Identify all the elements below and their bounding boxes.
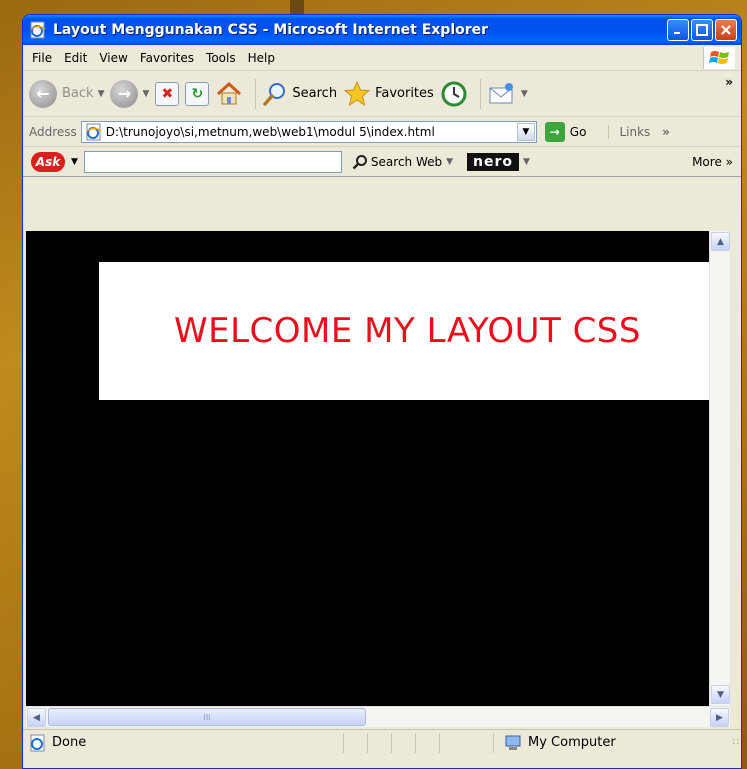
address-value: D:\trunojoyo\si,metnum,web\web1\modul 5\… — [105, 124, 435, 139]
search-web-label: Search Web — [370, 154, 443, 169]
favorites-star-icon — [343, 80, 371, 106]
forward-button[interactable]: → ▼ — [110, 79, 149, 108]
maximize-icon — [696, 24, 708, 36]
zone-text: My Computer — [528, 735, 616, 750]
history-button[interactable] — [440, 80, 468, 108]
menu-bar: File Edit View Favorites Tools Help — [23, 45, 741, 71]
ask-search-input[interactable] — [83, 150, 342, 173]
back-label: Back — [62, 86, 94, 101]
home-button[interactable] — [215, 81, 243, 107]
close-icon — [721, 25, 731, 35]
menu-file[interactable]: File — [32, 51, 52, 65]
horizontal-scroll-thumb[interactable]: III — [48, 708, 366, 726]
stop-button[interactable]: ✖ — [155, 81, 180, 106]
status-panel — [439, 732, 463, 753]
welcome-banner: WELCOME MY LAYOUT CSS — [99, 262, 716, 400]
search-web-dropdown-icon[interactable]: ▼ — [446, 157, 453, 167]
mail-icon — [489, 82, 513, 103]
more-button[interactable]: More » — [692, 155, 733, 169]
refresh-button[interactable]: ↻ — [185, 81, 210, 106]
more-label: More — [692, 154, 722, 169]
title-bar[interactable]: Layout Menggunakan CSS - Microsoft Inter… — [23, 15, 741, 45]
ask-toolbar: Ask ▼ Search Web ▼ nero ▼ More » — [23, 147, 741, 177]
links-button[interactable]: Links » — [608, 124, 670, 139]
search-magnifier-icon — [263, 82, 286, 106]
menu-favorites[interactable]: Favorites — [140, 51, 194, 65]
menu-help[interactable]: Help — [248, 51, 275, 65]
address-field[interactable]: D:\trunojoyo\si,metnum,web\web1\modul 5\… — [80, 120, 537, 143]
security-zone: My Computer — [493, 732, 616, 753]
nero-dropdown-icon[interactable]: ▼ — [523, 157, 530, 167]
status-text: Done — [52, 735, 87, 750]
my-computer-icon — [505, 735, 521, 750]
menu-edit[interactable]: Edit — [64, 51, 87, 65]
standard-toolbar: ← Back ▼ → ▼ ✖ ↻ Search Favorites ▼ » — [23, 71, 741, 117]
forward-arrow-icon: → — [110, 79, 139, 108]
search-button[interactable]: Search — [262, 81, 337, 107]
windows-logo-icon — [703, 47, 735, 69]
scroll-up-icon[interactable]: ▲ — [711, 232, 730, 251]
status-done: Done — [23, 734, 343, 752]
toolbar-separator — [479, 78, 481, 109]
links-label: Links — [619, 124, 651, 139]
scroll-down-icon[interactable]: ▼ — [711, 685, 730, 704]
scroll-left-icon[interactable]: ◀ — [27, 708, 46, 727]
ask-logo[interactable]: Ask — [31, 151, 65, 172]
address-bar: Address D:\trunojoyo\si,metnum,web\web1\… — [23, 117, 741, 147]
ask-dropdown-icon[interactable]: ▼ — [71, 157, 78, 167]
more-chevron-icon: » — [725, 154, 733, 169]
back-dropdown-icon[interactable]: ▼ — [98, 89, 105, 99]
page-content: WELCOME MY LAYOUT CSS — [26, 231, 716, 721]
go-arrow-icon: → — [544, 121, 565, 142]
page-done-icon — [30, 734, 45, 751]
history-icon — [441, 81, 467, 106]
go-label: Go — [569, 124, 587, 139]
refresh-icon: ↻ — [185, 81, 210, 106]
minimize-icon — [674, 32, 680, 34]
search-web-button[interactable]: Search Web ▼ — [352, 154, 453, 170]
stop-icon: ✖ — [155, 81, 180, 106]
favorites-button[interactable]: Favorites — [343, 80, 434, 108]
status-panel — [391, 732, 415, 753]
status-panel — [367, 732, 391, 753]
toolbar-separator — [255, 78, 257, 109]
forward-dropdown-icon[interactable]: ▼ — [142, 89, 149, 99]
address-dropdown-icon[interactable]: ▼ — [516, 122, 535, 141]
vertical-scrollbar[interactable]: ▲ ▼ — [709, 231, 730, 706]
status-panel — [415, 732, 439, 753]
menu-view[interactable]: View — [99, 51, 127, 65]
toolbar-overflow-icon[interactable]: » — [725, 75, 733, 89]
horizontal-scrollbar[interactable]: ◀ III ▶ — [26, 706, 730, 727]
back-button[interactable]: ← Back ▼ — [29, 79, 105, 108]
address-label: Address — [29, 124, 77, 139]
minimize-button[interactable] — [667, 19, 689, 41]
window-title: Layout Menggunakan CSS - Microsoft Inter… — [53, 22, 489, 38]
close-button[interactable] — [715, 19, 737, 41]
resize-grip-icon[interactable]: ∷ — [733, 737, 739, 748]
status-panel — [343, 732, 367, 753]
search-label: Search — [292, 86, 338, 101]
status-bar: Done My Computer ∷ — [23, 729, 741, 755]
banner-heading: WELCOME MY LAYOUT CSS — [174, 311, 641, 351]
links-overflow-icon: » — [662, 124, 670, 139]
favorites-label: Favorites — [375, 86, 434, 101]
home-icon — [217, 81, 242, 104]
ie-window: Layout Menggunakan CSS - Microsoft Inter… — [22, 14, 742, 769]
scroll-right-icon[interactable]: ▶ — [710, 708, 729, 727]
menu-tools[interactable]: Tools — [206, 51, 236, 65]
maximize-button[interactable] — [691, 19, 713, 41]
search-web-icon — [352, 154, 367, 169]
ie-page-icon — [29, 21, 47, 39]
mail-dropdown-icon[interactable]: ▼ — [521, 89, 528, 99]
back-arrow-icon: ← — [29, 79, 57, 108]
status-panels — [343, 732, 463, 753]
mail-button[interactable]: ▼ — [487, 81, 528, 107]
page-icon — [85, 123, 103, 141]
go-button[interactable]: → Go — [544, 121, 587, 142]
nero-logo[interactable]: nero — [467, 152, 520, 171]
